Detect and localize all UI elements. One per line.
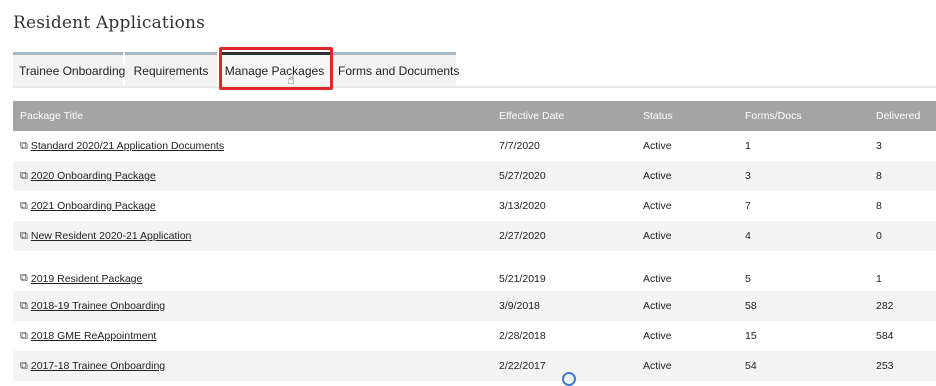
cell-delivered: 584 <box>876 330 894 342</box>
header-forms-docs[interactable]: Forms/Docs <box>745 110 876 122</box>
page-title: Resident Applications <box>13 13 206 33</box>
table-row: ⧉ 2018 GME ReAppointment 2/28/2018 Active 15… <box>13 321 936 351</box>
header-status[interactable]: Status <box>643 110 745 122</box>
cell-forms-docs: 4 <box>745 230 751 242</box>
cell-delivered: 8 <box>876 170 882 182</box>
package-link[interactable]: 2018 GME ReAppointment <box>31 330 157 342</box>
copy-icon[interactable]: ⧉ <box>20 170 28 183</box>
table-header: Package Title Effective Date Status Form… <box>13 101 936 131</box>
cell-package-title: ⧉ Standard 2020/21 Application Documents <box>13 140 499 153</box>
cell-delivered: 8 <box>876 200 882 212</box>
package-link[interactable]: 2018-19 Trainee Onboarding <box>31 300 165 312</box>
tab-bar: Trainee Onboarding Requirements Manage P… <box>13 52 459 86</box>
header-effective-date[interactable]: Effective Date <box>499 110 643 122</box>
cell-effective-date: 2/27/2020 <box>499 230 546 242</box>
table-row: ⧉ 2017-18 Trainee Onboarding 2/22/2017 Acti… <box>13 351 936 381</box>
cell-package-title: ⧉ 2021 Onboarding Package <box>13 200 499 213</box>
cell-package-title: ⧉ 2019 Resident Package <box>13 272 499 285</box>
cell-delivered: 253 <box>876 360 894 372</box>
cell-package-title: ⧉ New Resident 2020-21 Application <box>13 230 499 243</box>
package-link[interactable]: 2021 Onboarding Package <box>31 200 156 212</box>
packages-table: Package Title Effective Date Status Form… <box>13 101 936 381</box>
hand-pointer-icon: ☝ <box>287 72 295 87</box>
cell-forms-docs: 54 <box>745 360 757 372</box>
copy-icon[interactable]: ⧉ <box>20 360 28 373</box>
table-body: ⧉ Standard 2020/21 Application Documents 7… <box>13 131 936 381</box>
cell-package-title: ⧉ 2020 Onboarding Package <box>13 170 499 183</box>
cell-effective-date: 2/22/2017 <box>499 360 546 372</box>
tab-manage-packages[interactable]: Manage Packages <box>219 52 330 86</box>
tab-trainee-onboarding[interactable]: Trainee Onboarding <box>13 52 125 86</box>
header-package-title[interactable]: Package Title <box>13 110 499 122</box>
table-row: ⧉ 2018-19 Trainee Onboarding 3/9/2018 Activ… <box>13 291 936 321</box>
cell-effective-date: 2/28/2018 <box>499 330 546 342</box>
cell-forms-docs: 5 <box>745 273 751 285</box>
cell-status: Active <box>643 273 672 285</box>
scroll-indicator-icon[interactable] <box>562 372 576 386</box>
cell-status: Active <box>643 140 672 152</box>
table-row: ⧉ New Resident 2020-21 Application 2/27/20… <box>13 221 936 251</box>
table-row: ⧉ Standard 2020/21 Application Documents 7… <box>13 131 936 161</box>
tab-forms-and-documents[interactable]: Forms and Documents <box>332 52 459 86</box>
table-row: ⧉ 2021 Onboarding Package 3/13/2020 Active 7… <box>13 191 936 221</box>
cell-package-title: ⧉ 2017-18 Trainee Onboarding <box>13 360 499 373</box>
cell-status: Active <box>643 330 672 342</box>
package-link[interactable]: 2019 Resident Package <box>31 273 143 285</box>
cell-delivered: 282 <box>876 300 894 312</box>
cell-status: Active <box>643 360 672 372</box>
cell-effective-date: 3/9/2018 <box>499 300 540 312</box>
package-link[interactable]: 2020 Onboarding Package <box>31 170 156 182</box>
cell-package-title: ⧉ 2018 GME ReAppointment <box>13 330 499 343</box>
package-link[interactable]: New Resident 2020-21 Application <box>31 230 192 242</box>
tab-requirements[interactable]: Requirements <box>125 52 217 86</box>
copy-icon[interactable]: ⧉ <box>20 272 28 285</box>
cell-status: Active <box>643 230 672 242</box>
cell-forms-docs: 7 <box>745 200 751 212</box>
cell-delivered: 3 <box>876 140 882 152</box>
cell-forms-docs: 15 <box>745 330 757 342</box>
cell-forms-docs: 3 <box>745 170 751 182</box>
cell-effective-date: 5/27/2020 <box>499 170 546 182</box>
cell-status: Active <box>643 200 672 212</box>
cell-effective-date: 3/13/2020 <box>499 200 546 212</box>
copy-icon[interactable]: ⧉ <box>20 300 28 313</box>
cell-forms-docs: 1 <box>745 140 751 152</box>
cell-forms-docs: 58 <box>745 300 757 312</box>
cell-effective-date: 7/7/2020 <box>499 140 540 152</box>
cell-package-title: ⧉ 2018-19 Trainee Onboarding <box>13 300 499 313</box>
tab-divider <box>13 86 936 88</box>
cell-status: Active <box>643 300 672 312</box>
copy-icon[interactable]: ⧉ <box>20 230 28 243</box>
table-row: ⧉ 2020 Onboarding Package 5/27/2020 Active 3… <box>13 161 936 191</box>
package-link[interactable]: 2017-18 Trainee Onboarding <box>31 360 165 372</box>
cell-status: Active <box>643 170 672 182</box>
package-link[interactable]: Standard 2020/21 Application Documents <box>31 140 224 152</box>
cell-effective-date: 5/21/2019 <box>499 273 546 285</box>
cell-delivered: 0 <box>876 230 882 242</box>
copy-icon[interactable]: ⧉ <box>20 140 28 153</box>
cell-delivered: 1 <box>876 273 882 285</box>
copy-icon[interactable]: ⧉ <box>20 330 28 343</box>
header-delivered[interactable]: Delivered <box>876 110 936 122</box>
copy-icon[interactable]: ⧉ <box>20 200 28 213</box>
table-row: ⧉ 2019 Resident Package 5/21/2019 Active 5 1 <box>13 251 936 291</box>
